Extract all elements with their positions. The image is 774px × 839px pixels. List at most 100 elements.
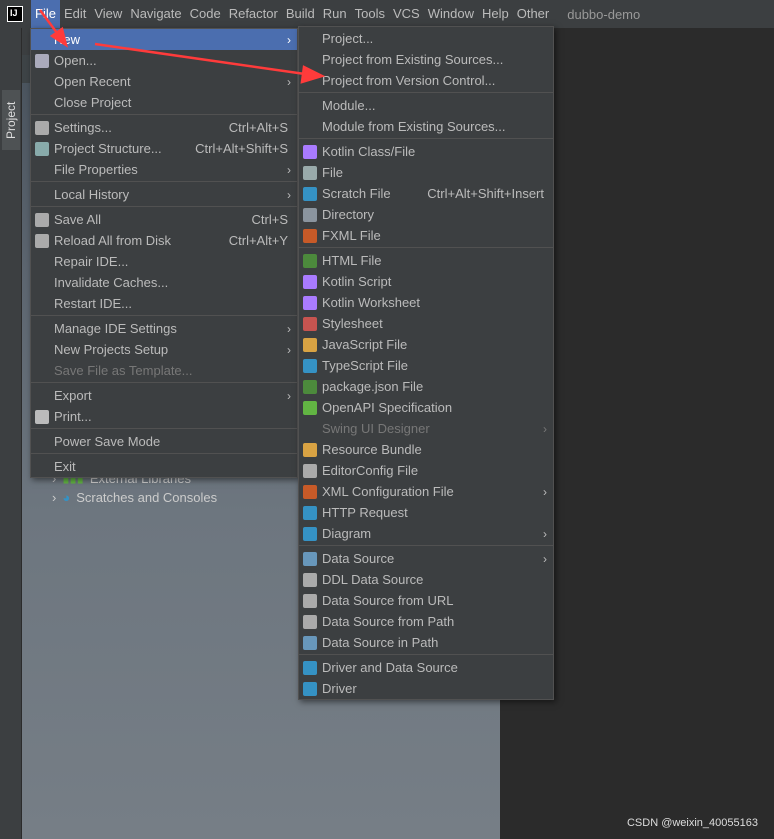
menu-item-package-json-file[interactable]: package.json File [299,376,553,397]
menu-item-data-source-from-url[interactable]: Data Source from URL [299,590,553,611]
menu-item-exit[interactable]: Exit [31,456,297,477]
menu-item-diagram[interactable]: Diagram › [299,523,553,544]
menu-item-label: Exit [54,459,76,474]
menu-refactor[interactable]: Refactor [225,0,282,28]
new-submenu: Project... Project from Existing Sources.… [298,26,554,700]
menu-navigate[interactable]: Navigate [126,0,185,28]
openapi-icon [303,400,317,415]
menu-file[interactable]: File [31,0,60,28]
menu-item-label: Swing UI Designer [322,421,430,436]
menu-item-html-file[interactable]: HTML File [299,250,553,271]
gear-icon [303,463,317,478]
blank-icon-space [303,32,317,46]
menu-item-resource-bundle[interactable]: Resource Bundle [299,439,553,460]
shortcut-label: Ctrl+S [251,212,288,227]
menu-item-ddl-data-source[interactable]: DDL Data Source [299,569,553,590]
driver-icon [303,681,317,696]
menu-item-http-request[interactable]: HTTP Request [299,502,553,523]
menu-bar: IJ File Edit View Navigate Code Refactor Build… [0,0,774,28]
menu-item-fxml-file[interactable]: FXML File [299,225,553,246]
menu-item-reload-all-from-disk[interactable]: Reload All from Disk Ctrl+Alt+Y [31,230,297,251]
menu-other[interactable]: Other [513,0,554,28]
menu-item-editorconfig-file[interactable]: EditorConfig File [299,460,553,481]
menu-item-javascript-file[interactable]: JavaScript File [299,334,553,355]
printer-icon [35,409,49,424]
menu-item-label: Scratch File [322,186,391,201]
menu-item-label: Project... [322,31,374,46]
file-icon [303,165,317,180]
menu-item-kotlin-worksheet[interactable]: Kotlin Worksheet [299,292,553,313]
menu-tools[interactable]: Tools [351,0,389,28]
menu-code[interactable]: Code [186,0,225,28]
menu-edit[interactable]: Edit [60,0,90,28]
menu-item-local-history[interactable]: Local History › [31,184,297,205]
menu-item-driver-and-data-source[interactable]: Driver and Data Source [299,657,553,678]
menu-item-restart-ide[interactable]: Restart IDE... [31,293,297,314]
chevron-right-icon: › [543,526,547,541]
resource-bundle-icon [303,442,317,457]
menu-item-driver[interactable]: Driver [299,678,553,699]
menu-item-open-recent[interactable]: Open Recent › [31,71,297,92]
menu-item-repair-ide[interactable]: Repair IDE... [31,251,297,272]
folder-icon [303,614,317,629]
wrench-icon [35,120,49,135]
intellij-logo-icon: IJ [7,6,23,22]
menu-item-label: Open... [54,53,97,68]
menu-item-manage-ide-settings[interactable]: Manage IDE Settings › [31,318,297,339]
menu-item-invalidate-caches[interactable]: Invalidate Caches... [31,272,297,293]
menu-item-project-structure[interactable]: Project Structure... Ctrl+Alt+Shift+S [31,138,297,159]
menu-item-open[interactable]: Open... [31,50,297,71]
menu-item-settings[interactable]: Settings... Ctrl+Alt+S [31,117,297,138]
menu-item-export[interactable]: Export › [31,385,297,406]
menu-build[interactable]: Build [282,0,319,28]
menu-item-kotlin-script[interactable]: Kotlin Script [299,271,553,292]
menu-item-save-all[interactable]: Save All Ctrl+S [31,209,297,230]
menu-item-data-source-in-path[interactable]: Data Source in Path [299,632,553,653]
menu-item-data-source[interactable]: Data Source › [299,548,553,569]
menu-view[interactable]: View [90,0,126,28]
menu-item-new-projects-setup[interactable]: New Projects Setup › [31,339,297,360]
nodejs-icon [303,379,317,394]
blank-icon-space [35,435,49,449]
menu-item-module[interactable]: Module... [299,95,553,116]
html-icon [303,253,317,268]
menu-item-project[interactable]: Project... [299,28,553,49]
menu-help[interactable]: Help [478,0,513,28]
project-structure-icon [35,141,49,156]
menu-item-xml-configuration-file[interactable]: XML Configuration File › [299,481,553,502]
kotlin-script-icon [303,274,317,289]
menu-item-label: Resource Bundle [322,442,422,457]
scratches-icon: ◕ [62,490,71,505]
menu-item-stylesheet[interactable]: Stylesheet [299,313,553,334]
menu-item-project-from-version-control[interactable]: Project from Version Control... [299,70,553,91]
menu-item-label: Data Source from URL [322,593,454,608]
menu-item-print[interactable]: Print... [31,406,297,427]
menu-item-power-save-mode[interactable]: Power Save Mode [31,431,297,452]
tool-window-strip: Project [0,28,22,839]
chevron-right-icon[interactable]: › [52,490,56,505]
menu-item-close-project[interactable]: Close Project [31,92,297,113]
menu-item-file[interactable]: File [299,162,553,183]
menu-window[interactable]: Window [424,0,478,28]
blank-icon-space [35,364,49,378]
project-tool-window-tab[interactable]: Project [2,90,20,150]
menu-item-openapi-specification[interactable]: OpenAPI Specification [299,397,553,418]
chevron-right-icon: › [287,74,291,89]
menu-item-project-from-existing-sources[interactable]: Project from Existing Sources... [299,49,553,70]
menu-item-kotlin-class-file[interactable]: Kotlin Class/File [299,141,553,162]
tree-item-scratches[interactable]: › ◕ Scratches and Consoles [52,490,217,505]
menu-item-new[interactable]: New › [31,29,297,50]
menu-vcs[interactable]: VCS [389,0,424,28]
blank-icon-space [303,422,317,436]
menu-item-file-properties[interactable]: File Properties › [31,159,297,180]
kotlin-worksheet-icon [303,295,317,310]
menu-item-typescript-file[interactable]: TypeScript File [299,355,553,376]
menu-item-label: Repair IDE... [54,254,129,269]
menu-item-directory[interactable]: Directory [299,204,553,225]
menu-item-module-from-existing-sources[interactable]: Module from Existing Sources... [299,116,553,137]
blank-icon-space [35,276,49,290]
typescript-icon [303,358,317,373]
menu-item-data-source-from-path[interactable]: Data Source from Path [299,611,553,632]
menu-item-scratch-file[interactable]: Scratch File Ctrl+Alt+Shift+Insert [299,183,553,204]
menu-run[interactable]: Run [319,0,351,28]
